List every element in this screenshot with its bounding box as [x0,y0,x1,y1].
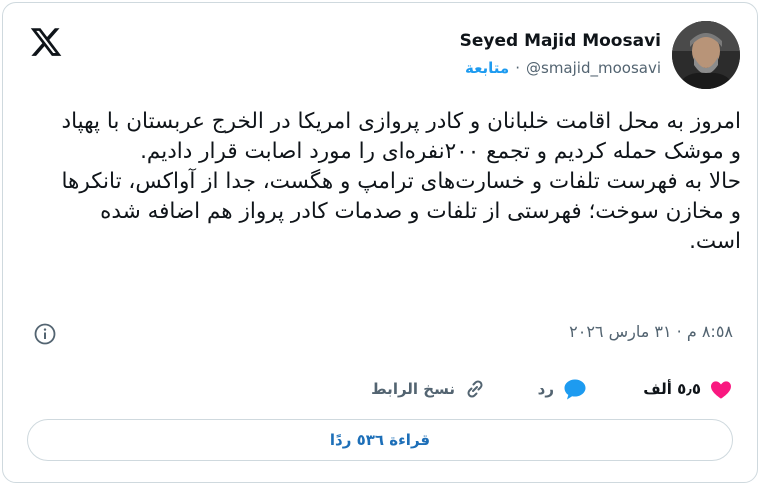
author-display-name[interactable]: Seyed Majid Moosavi [460,31,661,51]
x-logo-icon[interactable] [29,25,63,59]
copy-link-label: نسخ الرابط [371,380,455,398]
tweet-timestamp[interactable]: ٨:٥٨ م · ٣١ مارس ٢٠٢٦ [569,322,733,341]
tweet-card: Seyed Majid Moosavi @smajid_moosavi · مت… [2,2,758,483]
author-handle-row: @smajid_moosavi · متابعة [465,59,661,77]
like-count: ٥٫٥ ألف [643,380,701,398]
reply-button[interactable]: رد [538,367,588,411]
tweet-text: امروز به محل اقامت خلبانان و کادر پروازی… [61,109,741,254]
copy-link-button[interactable]: نسخ الرابط [371,367,487,411]
reply-label: رد [537,380,554,398]
link-icon [463,377,487,401]
read-replies-label: قراءة ٥٣٦ ردًا [329,431,431,449]
follow-button[interactable]: متابعة [465,59,509,77]
read-replies-button[interactable]: قراءة ٥٣٦ ردًا [27,419,733,461]
avatar[interactable] [672,21,740,89]
like-button[interactable]: ٥٫٥ ألف [643,367,733,411]
action-bar: ٥٫٥ ألف رد نسخ الرابط [27,367,733,411]
info-icon[interactable] [33,322,57,346]
author-handle[interactable]: @smajid_moosavi [526,59,661,77]
speech-bubble-icon [562,377,588,401]
separator-dot: · [515,59,520,77]
heart-icon [709,377,733,401]
